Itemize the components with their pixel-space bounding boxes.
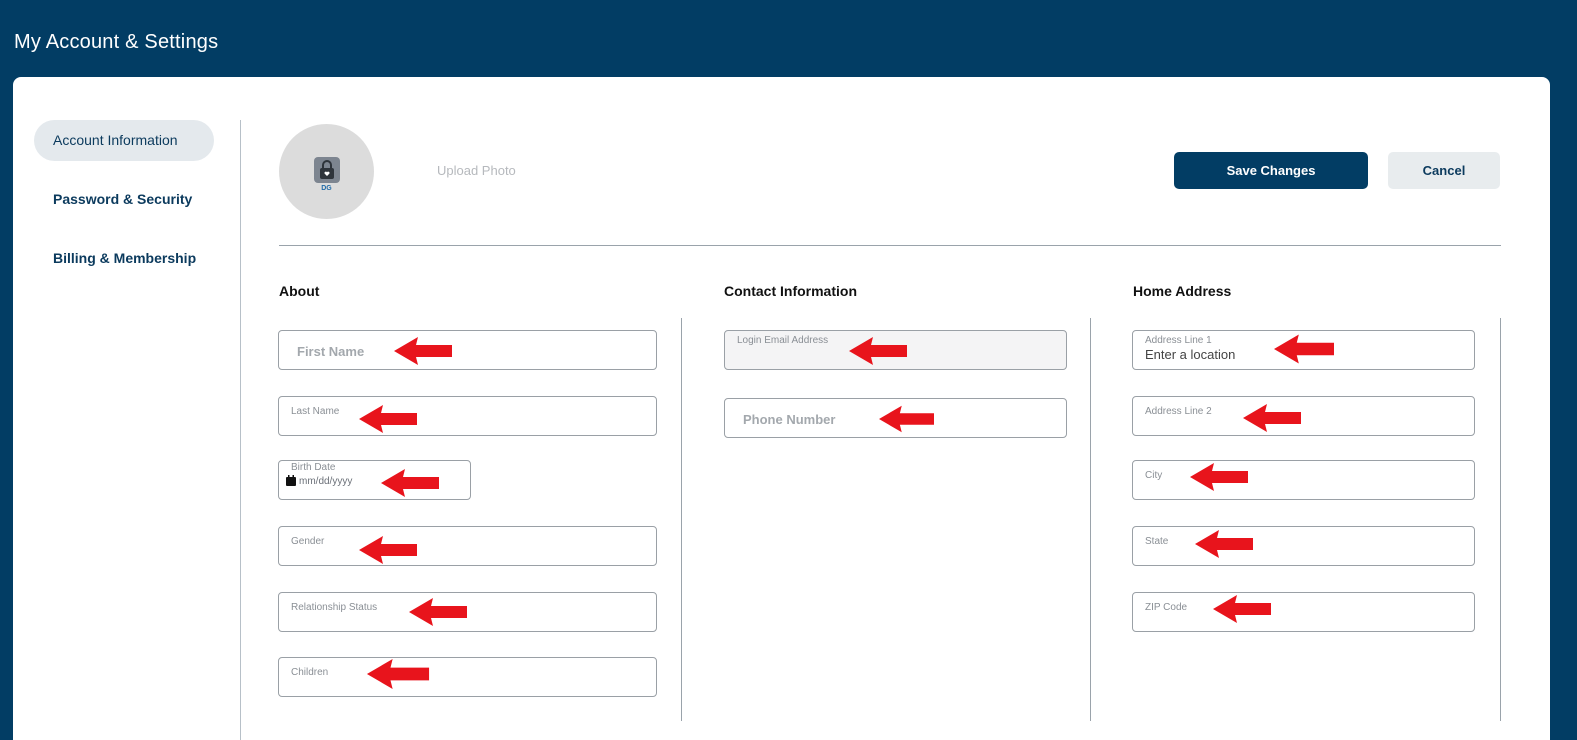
- children-label: Children: [291, 667, 329, 678]
- city-field[interactable]: City: [1132, 460, 1475, 500]
- annotation-arrow-icon: [359, 405, 417, 433]
- annotation-arrow-icon: [1213, 595, 1271, 623]
- zip-code-label: ZIP Code: [1145, 602, 1188, 613]
- address-line-1-placeholder: Enter a location: [1145, 347, 1236, 362]
- annotation-arrow-icon: [849, 337, 907, 365]
- phone-number-placeholder: Phone Number: [743, 412, 836, 427]
- annotation-arrow-icon: [366, 659, 430, 689]
- login-email-label: Login Email Address: [737, 335, 829, 346]
- avatar[interactable]: DG: [279, 124, 374, 219]
- upload-photo-link[interactable]: Upload Photo: [437, 163, 516, 178]
- gender-field[interactable]: Gender: [278, 526, 657, 566]
- annotation-arrow-icon: [359, 536, 417, 564]
- cancel-button[interactable]: Cancel: [1388, 152, 1500, 189]
- last-name-field[interactable]: Last Name: [278, 396, 657, 436]
- page-title: My Account & Settings: [14, 31, 219, 53]
- annotation-arrow-icon: [1274, 334, 1334, 364]
- gender-label: Gender: [291, 536, 325, 547]
- save-button[interactable]: Save Changes: [1174, 152, 1368, 189]
- sidebar-item-password-security[interactable]: Password & Security: [34, 179, 214, 220]
- column-divider: [1500, 318, 1501, 721]
- first-name-field[interactable]: First Name: [278, 330, 657, 370]
- relationship-status-field[interactable]: Relationship Status: [278, 592, 657, 632]
- section-title-contact: Contact Information: [724, 283, 857, 299]
- calendar-icon[interactable]: [286, 475, 296, 486]
- sidebar: Account Information Password & Security …: [34, 120, 214, 297]
- birth-date-placeholder: mm/dd/yyyy: [299, 476, 353, 487]
- section-title-address: Home Address: [1133, 283, 1232, 299]
- address-line-2-label: Address Line 2: [1145, 406, 1212, 417]
- lock-icon: [314, 157, 340, 183]
- last-name-label: Last Name: [291, 406, 340, 417]
- annotation-arrow-icon: [381, 469, 439, 497]
- annotation-arrow-icon: [1243, 404, 1301, 432]
- section-title-about: About: [279, 283, 320, 299]
- birth-date-label: Birth Date: [291, 462, 336, 473]
- address-line-2-field[interactable]: Address Line 2: [1132, 396, 1475, 436]
- header-divider: [279, 245, 1501, 246]
- sidebar-item-billing-membership[interactable]: Billing & Membership: [34, 238, 214, 279]
- sidebar-divider: [240, 120, 241, 740]
- settings-card: Account Information Password & Security …: [13, 77, 1550, 740]
- column-divider: [1090, 318, 1091, 721]
- relationship-status-label: Relationship Status: [291, 602, 378, 613]
- children-field[interactable]: Children: [278, 657, 657, 697]
- state-label: State: [1145, 536, 1169, 547]
- annotation-arrow-icon: [409, 598, 467, 626]
- annotation-arrow-icon: [1195, 530, 1253, 558]
- annotation-arrow-icon: [394, 337, 452, 365]
- state-field[interactable]: State: [1132, 526, 1475, 566]
- sidebar-item-account-information[interactable]: Account Information: [34, 120, 214, 161]
- avatar-initials: DG: [321, 185, 332, 192]
- column-divider: [681, 318, 682, 721]
- annotation-arrow-icon: [879, 405, 934, 433]
- birth-date-field[interactable]: Birth Date mm/dd/yyyy: [278, 460, 471, 500]
- city-label: City: [1145, 470, 1163, 481]
- annotation-arrow-icon: [1190, 463, 1248, 491]
- address-line-1-label: Address Line 1: [1145, 335, 1212, 346]
- first-name-placeholder: First Name: [297, 344, 365, 359]
- zip-code-field[interactable]: ZIP Code: [1132, 592, 1475, 632]
